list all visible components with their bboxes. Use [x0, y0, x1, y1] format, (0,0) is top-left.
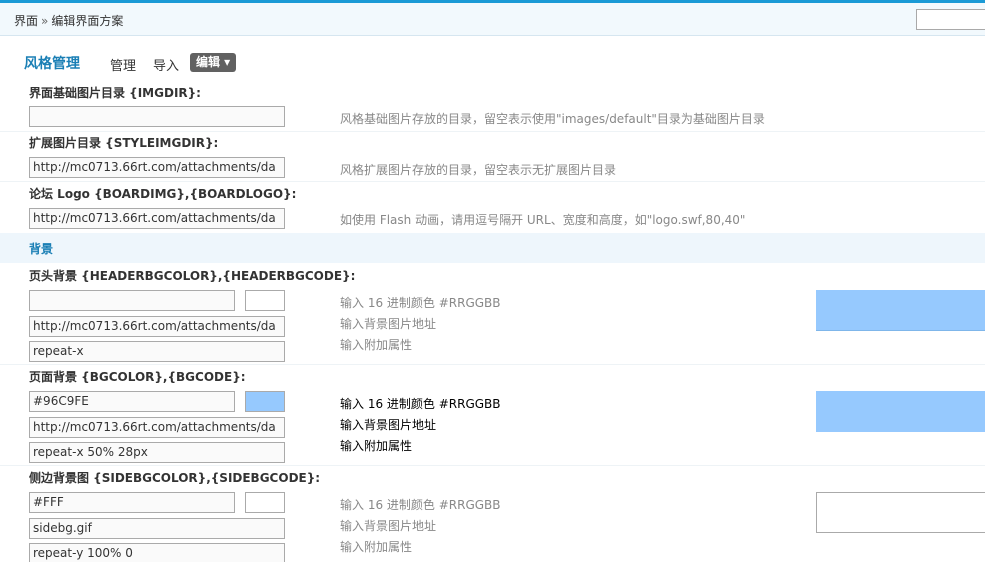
search-input[interactable]	[916, 9, 985, 30]
sidebar-bg-image-hint: 输入背景图片地址	[340, 519, 437, 533]
boardimg-input[interactable]: http://mc0713.66rt.com/attachments/da	[29, 208, 285, 229]
header-bg-color-swatch[interactable]	[245, 290, 285, 311]
tab-edit[interactable]: 编辑 ▾	[190, 53, 237, 72]
header-bg-image-hint: 输入背景图片地址	[340, 317, 437, 331]
header-bg-extra-hint: 输入附加属性	[340, 338, 413, 352]
page-bg-color-swatch[interactable]	[245, 391, 285, 412]
section-title: 背景	[29, 242, 54, 256]
imgdir-hint: 风格基础图片存放的目录，留空表示使用"images/default"目录为基础图…	[340, 112, 765, 126]
sidebar-bg-extra-input[interactable]: repeat-y 100% 0	[29, 543, 285, 562]
boardimg-hint: 如使用 Flash 动画，请用逗号隔开 URL、宽度和高度，如"logo.swf…	[340, 213, 746, 227]
header-bg-extra-input[interactable]: repeat-x	[29, 341, 285, 362]
imgdir-label: 界面基础图片目录 {IMGDIR}:	[29, 86, 201, 100]
page-bg-image-input[interactable]: http://mc0713.66rt.com/attachments/da	[29, 417, 285, 438]
styleimgdir-input[interactable]: http://mc0713.66rt.com/attachments/da	[29, 157, 285, 178]
top-bar: 界面» 编辑界面方案	[0, 0, 985, 36]
row-divider	[0, 131, 985, 132]
row-divider	[0, 181, 985, 182]
breadcrumb-separator: »	[41, 14, 49, 28]
sidebar-bg-color-hint: 输入 16 进制颜色 #RRGGBB	[340, 498, 501, 512]
page-bg-color-hint: 输入 16 进制颜色 #RRGGBB	[340, 397, 501, 411]
page-bg-color-input[interactable]: #96C9FE	[29, 391, 235, 412]
page-bg-label: 页面背景 {BGCOLOR},{BGCODE}:	[29, 370, 246, 384]
page-bg-image-hint: 输入背景图片地址	[340, 418, 437, 432]
breadcrumb-current: 编辑界面方案	[51, 14, 124, 28]
sidebar-bg-color-input[interactable]: #FFF	[29, 492, 235, 513]
header-bg-color-hint: 输入 16 进制颜色 #RRGGBB	[340, 296, 501, 310]
header-bg-color-input[interactable]	[29, 290, 235, 311]
style-nav: 风格管理 管理 导入	[0, 36, 985, 86]
header-bg-label: 页头背景 {HEADERBGCOLOR},{HEADERBGCODE}:	[29, 269, 356, 283]
sidebar-bg-image-input[interactable]: sidebg.gif	[29, 518, 285, 539]
row-divider	[0, 465, 985, 466]
boardimg-label: 论坛 Logo {BOARDIMG},{BOARDLOGO}:	[29, 187, 297, 201]
header-bg-preview	[816, 290, 985, 331]
styleimgdir-label: 扩展图片目录 {STYLEIMGDIR}:	[29, 136, 219, 150]
page-title: 风格管理	[24, 56, 80, 72]
page-bg-extra-input[interactable]: repeat-x 50% 28px	[29, 442, 285, 463]
tab-manage[interactable]: 管理	[110, 55, 136, 74]
page-bg-extra-hint: 输入附加属性	[340, 439, 413, 453]
tab-import[interactable]: 导入	[153, 55, 179, 74]
page-bg-preview	[816, 391, 985, 432]
styleimgdir-hint: 风格扩展图片存放的目录，留空表示无扩展图片目录	[340, 163, 617, 177]
section-header	[0, 233, 985, 263]
sidebar-bg-preview	[816, 492, 985, 533]
breadcrumb: 界面» 编辑界面方案	[14, 12, 123, 29]
sidebar-bg-extra-hint: 输入附加属性	[340, 540, 413, 554]
header-bg-image-input[interactable]: http://mc0713.66rt.com/attachments/da	[29, 316, 285, 337]
imgdir-input[interactable]	[29, 106, 285, 127]
row-divider	[0, 364, 985, 365]
breadcrumb-root[interactable]: 界面	[14, 14, 38, 28]
sidebar-bg-label: 侧边背景图 {SIDEBGCOLOR},{SIDEBGCODE}:	[29, 471, 321, 485]
sidebar-bg-color-swatch[interactable]	[245, 492, 285, 513]
